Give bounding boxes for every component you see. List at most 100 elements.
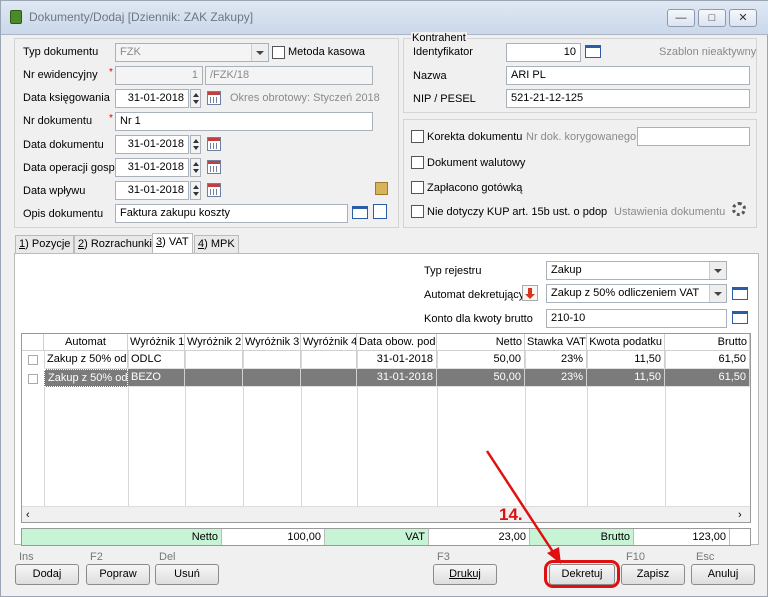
row-checkbox[interactable] <box>28 355 38 365</box>
grid-header[interactable]: Automat <box>44 334 128 351</box>
cell-data[interactable]: 31-01-2018 <box>357 369 437 387</box>
calendar-icon[interactable] <box>207 183 221 197</box>
minimize-button[interactable]: — <box>667 9 695 27</box>
date-spinner[interactable] <box>190 158 201 177</box>
grid-header[interactable]: Netto <box>437 334 525 351</box>
nr-dok-input[interactable]: Nr 1 <box>115 112 373 131</box>
folder-icon[interactable] <box>352 206 368 219</box>
grid-header[interactable]: Data obow. pod. <box>357 334 437 351</box>
opis-input[interactable]: Faktura zakupu koszty <box>115 204 348 223</box>
arrow-down-icon[interactable] <box>522 285 538 301</box>
tab-pozycje[interactable]: 1) Pozycje <box>15 235 75 254</box>
cell-automat[interactable]: Zakup z 50% odl <box>44 369 128 387</box>
zapisz-button[interactable]: Zapisz <box>621 564 685 585</box>
grid-header[interactable]: Wyróżnik 4 <box>301 334 357 351</box>
automat-select[interactable]: Zakup z 50% odliczeniem VAT <box>546 284 727 303</box>
cell-wyroznik2[interactable] <box>185 351 243 369</box>
opis-label: Opis dokumentu <box>23 208 104 220</box>
anuluj-button[interactable]: Anuluj <box>691 564 755 585</box>
row-checkbox[interactable] <box>28 374 38 384</box>
nazwa-input[interactable]: ARI PL <box>506 66 750 85</box>
calendar-icon[interactable] <box>207 137 221 151</box>
chevron-down-icon[interactable] <box>251 44 268 61</box>
chevron-down-icon[interactable] <box>709 285 726 302</box>
folder-icon[interactable] <box>585 45 601 58</box>
horizontal-scrollbar[interactable]: ‹ › <box>22 506 750 522</box>
nip-input[interactable]: 521-21-12-125 <box>506 89 750 108</box>
cell-wyroznik1[interactable]: BEZO <box>128 369 185 387</box>
cell-wyroznik4[interactable] <box>301 369 357 387</box>
cell-brutto[interactable]: 61,50 <box>665 369 750 387</box>
brutto-total: 123,00 <box>634 529 730 545</box>
netto-total: 100,00 <box>222 529 325 545</box>
calendar-icon[interactable] <box>207 91 221 105</box>
cell-wyroznik1[interactable]: ODLC <box>128 351 185 369</box>
required-marker: * <box>109 113 113 124</box>
date-spinner[interactable] <box>190 181 201 200</box>
hotkey-esc: Esc <box>696 551 715 563</box>
hotkey-f3: F3 <box>437 551 450 563</box>
calendar-icon[interactable] <box>207 160 221 174</box>
folder-icon[interactable] <box>732 287 748 300</box>
dodaj-button[interactable]: Dodaj <box>15 564 79 585</box>
date-spinner[interactable] <box>190 135 201 154</box>
tab-rozrachunki[interactable]: 2) Rozrachunki <box>74 235 156 254</box>
grid-header[interactable]: Brutto <box>665 334 750 351</box>
cell-wyroznik4[interactable] <box>301 351 357 369</box>
notes-icon[interactable] <box>375 182 388 195</box>
popraw-button[interactable]: Popraw <box>86 564 150 585</box>
konto-input[interactable]: 210-10 <box>546 309 727 328</box>
nr-kor-input[interactable] <box>637 127 750 146</box>
typ-rej-select[interactable]: Zakup <box>546 261 727 280</box>
nr-kor-label: Nr dok. korygowanego <box>526 131 637 143</box>
gotowka-checkbox[interactable] <box>411 181 424 194</box>
grid-header[interactable]: Kwota podatku <box>587 334 665 351</box>
date-spinner[interactable] <box>190 89 201 108</box>
grid-header[interactable]: Wyróżnik 1 <box>128 334 185 351</box>
scroll-left-icon[interactable]: ‹ <box>26 509 30 521</box>
cell-wyroznik3[interactable] <box>243 351 301 369</box>
cell-netto[interactable]: 50,00 <box>437 351 525 369</box>
korekta-checkbox[interactable] <box>411 130 424 143</box>
maximize-button[interactable]: □ <box>698 9 726 27</box>
metoda-label: Metoda kasowa <box>288 46 366 58</box>
cell-podatek[interactable]: 11,50 <box>587 351 665 369</box>
data-op-input[interactable]: 31-01-2018 <box>115 158 189 177</box>
cell-brutto[interactable]: 61,50 <box>665 351 750 369</box>
metoda-kasowa-checkbox[interactable] <box>272 46 285 59</box>
close-button[interactable]: ✕ <box>729 9 757 27</box>
cell-data[interactable]: 31-01-2018 <box>357 351 437 369</box>
nr-ew-input[interactable]: 1 <box>115 66 203 85</box>
data-dok-input[interactable]: 31-01-2018 <box>115 135 189 154</box>
chevron-down-icon[interactable] <box>709 262 726 279</box>
edit-icon[interactable] <box>373 204 387 219</box>
data-dok-label: Data dokumentu <box>23 139 104 151</box>
cell-netto[interactable]: 50,00 <box>437 369 525 387</box>
data-wpl-input[interactable]: 31-01-2018 <box>115 181 189 200</box>
kup-checkbox[interactable] <box>411 205 424 218</box>
id-input[interactable]: 10 <box>506 43 581 62</box>
drukuj-button[interactable]: Drukuj <box>433 564 497 585</box>
walutowy-checkbox[interactable] <box>411 156 424 169</box>
tab-vat[interactable]: 3) VAT <box>152 233 193 254</box>
cell-stawka[interactable]: 23% <box>525 351 587 369</box>
gear-icon[interactable] <box>732 202 746 216</box>
grid-header[interactable]: Wyróżnik 3 <box>243 334 301 351</box>
cell-wyroznik3[interactable] <box>243 369 301 387</box>
required-marker: * <box>109 67 113 78</box>
usun-button[interactable]: Usuń <box>155 564 219 585</box>
scroll-right-icon[interactable]: › <box>738 509 742 521</box>
tab-mpk[interactable]: 4) MPK <box>194 235 239 254</box>
szablon-link[interactable]: Szablon nieaktywny <box>659 46 756 58</box>
data-ksieg-input[interactable]: 31-01-2018 <box>115 89 189 108</box>
ustawienia-link[interactable]: Ustawienia dokumentu <box>614 206 725 218</box>
grid-header[interactable]: Wyróżnik 2 <box>185 334 243 351</box>
typ-select[interactable]: FZK <box>115 43 269 62</box>
cell-automat[interactable]: Zakup z 50% odl <box>44 351 128 369</box>
grid-header[interactable]: Stawka VAT <box>525 334 587 351</box>
cell-stawka[interactable]: 23% <box>525 369 587 387</box>
cell-podatek[interactable]: 11,50 <box>587 369 665 387</box>
cell-wyroznik2[interactable] <box>185 369 243 387</box>
tab-key: 2 <box>78 238 85 250</box>
folder-icon[interactable] <box>732 311 748 324</box>
